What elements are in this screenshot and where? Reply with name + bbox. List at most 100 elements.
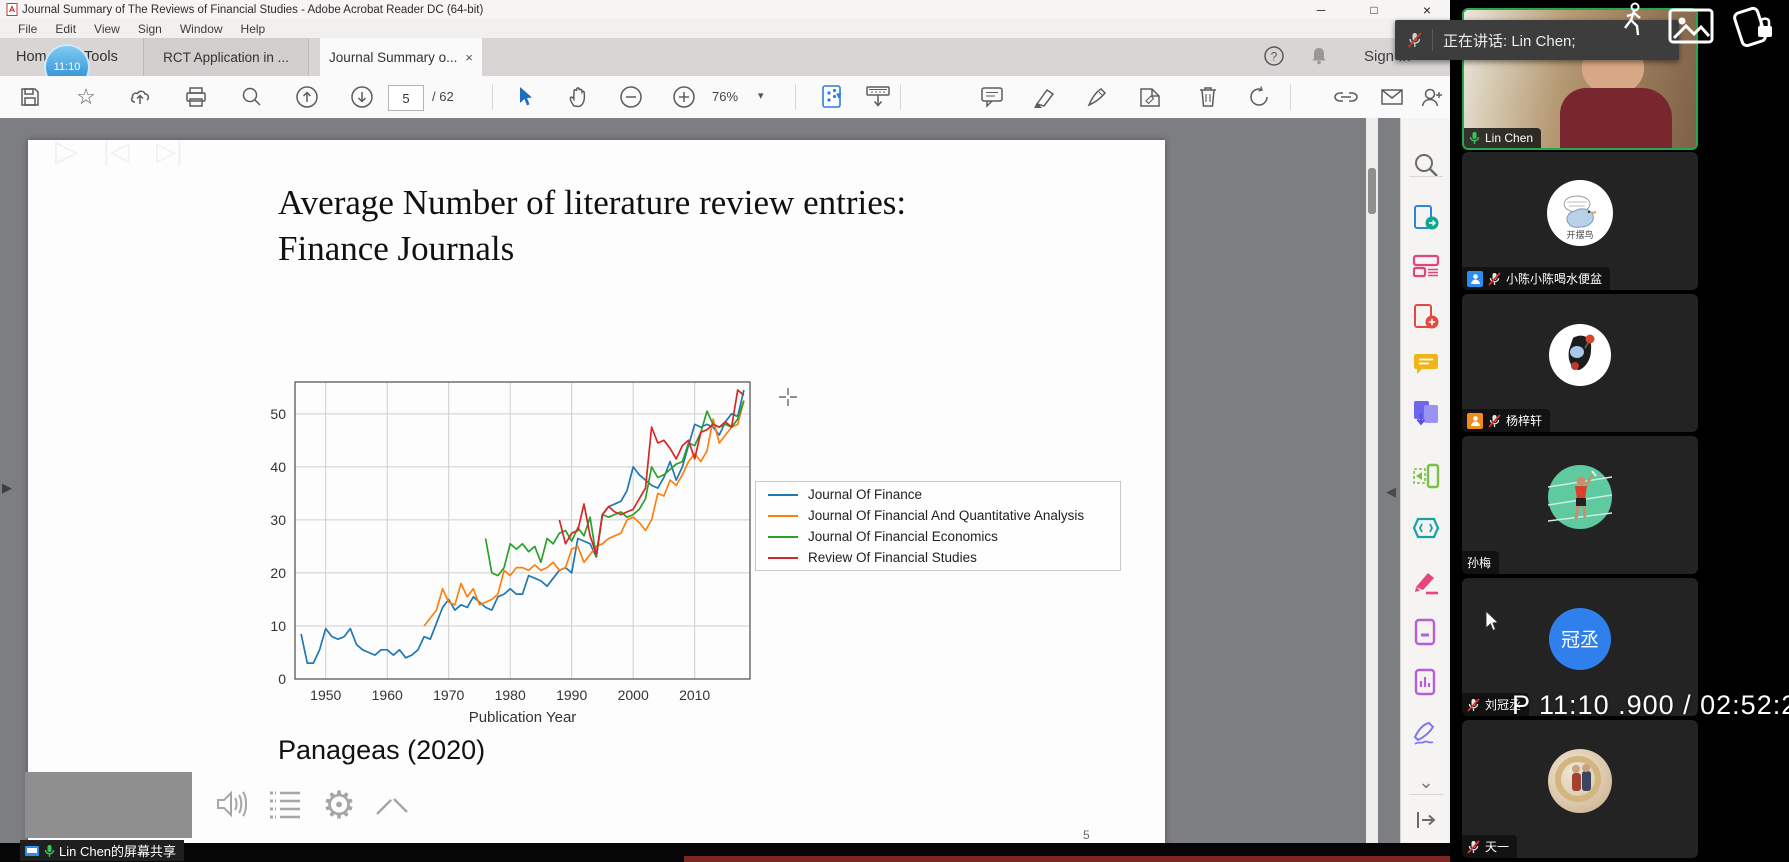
scrollbar-thumb[interactable]: [1368, 168, 1376, 214]
page-display-options-icon[interactable]: [812, 76, 852, 118]
image-icon[interactable]: [1668, 8, 1714, 44]
combine-files-icon[interactable]: [1406, 393, 1446, 433]
legend-label: Journal Of Financial Economics: [808, 529, 998, 544]
mouse-cursor: [1484, 610, 1500, 632]
stamp-icon[interactable]: [1130, 76, 1170, 118]
tab-bar: Home Tools RCT Application in ... Journa…: [0, 38, 1452, 76]
previous-page-icon[interactable]: [287, 76, 327, 118]
legend-label: Journal Of Financial And Quantitative An…: [808, 508, 1084, 523]
speaking-toast-text: 正在讲话: Lin Chen;: [1443, 30, 1576, 51]
slide-list-icon[interactable]: [268, 788, 302, 825]
participant-video-sunmei[interactable]: 孙梅: [1462, 436, 1698, 574]
zoom-out-icon[interactable]: [611, 76, 651, 118]
page-total-label: / 62: [432, 89, 454, 104]
tools-panel-expand-arrow[interactable]: ◀: [1386, 484, 1396, 500]
minimize-button[interactable]: ─: [1298, 0, 1344, 19]
presentation-mode-icon[interactable]: [858, 76, 898, 118]
link-icon[interactable]: [1326, 76, 1366, 118]
notification-bell-icon[interactable]: [1309, 46, 1329, 71]
find-tool-icon[interactable]: [1406, 145, 1446, 185]
participant-video-tianyi[interactable]: 天一: [1462, 720, 1698, 858]
participant-video-yangzixuan[interactable]: 杨梓轩: [1462, 294, 1698, 432]
menu-edit[interactable]: Edit: [55, 22, 76, 36]
previous-slide-button[interactable]: |◁: [103, 118, 130, 184]
pointer-line-tool-icon[interactable]: [375, 794, 409, 823]
next-slide-button[interactable]: ▷|: [156, 118, 183, 184]
close-button[interactable]: ×: [1404, 0, 1450, 19]
menu-window[interactable]: Window: [180, 22, 223, 36]
svg-text:2010: 2010: [679, 687, 710, 703]
participant-label: 杨梓轩: [1462, 409, 1550, 432]
play-button[interactable]: ▷: [55, 118, 78, 184]
vertical-scrollbar[interactable]: [1366, 118, 1378, 845]
fill-sign-icon[interactable]: [1406, 562, 1446, 602]
search-icon[interactable]: [232, 76, 272, 118]
page-number-input[interactable]: 5: [388, 85, 424, 111]
create-pdf-icon[interactable]: [1406, 297, 1446, 337]
open-tools-panel-icon[interactable]: [1406, 800, 1446, 840]
help-icon[interactable]: ?: [1263, 45, 1285, 72]
participant-name: Lin Chen: [1485, 131, 1533, 145]
screen-share-mic-icon: [44, 844, 55, 858]
selection-tool-icon[interactable]: [505, 76, 545, 118]
menu-sign[interactable]: Sign: [138, 22, 162, 36]
legend-line-swatch: [768, 494, 798, 496]
legend-label: Journal Of Finance: [808, 487, 922, 502]
legend-line-swatch: [768, 557, 798, 559]
star-icon[interactable]: ☆: [66, 76, 106, 118]
avatar: [1549, 324, 1611, 386]
hand-tool-icon[interactable]: [558, 76, 598, 118]
highlighter-icon[interactable]: [1025, 76, 1065, 118]
pdf-page: Average Number of literature review entr…: [28, 140, 1165, 845]
presentation-controls: [25, 772, 192, 838]
zoom-dropdown-caret-icon[interactable]: ▾: [758, 89, 764, 102]
settings-gear-icon[interactable]: ⚙: [322, 772, 356, 838]
zoom-level-value[interactable]: 76%: [712, 89, 738, 104]
email-icon[interactable]: [1372, 76, 1412, 118]
mic-muted-icon: [1467, 840, 1480, 854]
maximize-button[interactable]: □: [1351, 0, 1397, 19]
recording-timestamp-overlay: P 11:10 .900 / 02:52:20: [1512, 690, 1789, 721]
delete-pages-icon[interactable]: [1188, 76, 1228, 118]
menu-view[interactable]: View: [94, 22, 120, 36]
more-tools-chevron-icon[interactable]: ⌄: [1406, 762, 1446, 802]
zoom-in-icon[interactable]: [664, 76, 704, 118]
edit-pdf-icon[interactable]: [1406, 246, 1446, 286]
organize-pages-icon[interactable]: [1406, 456, 1446, 496]
taskbar-red-strip: [684, 856, 1460, 862]
svg-text:2000: 2000: [618, 687, 649, 703]
comment-tool-icon[interactable]: [1406, 345, 1446, 385]
walking-person-icon[interactable]: [1618, 2, 1648, 40]
cloud-upload-icon[interactable]: [121, 76, 161, 118]
save-icon[interactable]: [10, 76, 50, 118]
share-person-icon[interactable]: [1412, 76, 1452, 118]
phone-lock-icon[interactable]: [1732, 2, 1776, 48]
next-page-icon[interactable]: [342, 76, 382, 118]
redact-icon[interactable]: [1406, 612, 1446, 652]
tab-document-journal-summary[interactable]: Journal Summary o... ×: [320, 38, 482, 76]
participant-label: 孙梅: [1462, 551, 1499, 574]
request-signatures-icon[interactable]: [1406, 714, 1446, 754]
mic-muted-icon: [1488, 272, 1501, 286]
tab-document-rct[interactable]: RCT Application in ...: [143, 38, 309, 76]
menu-file[interactable]: File: [18, 22, 37, 36]
prepare-form-icon[interactable]: [1406, 662, 1446, 702]
print-icon[interactable]: [176, 76, 216, 118]
legend-line-swatch: [768, 536, 798, 538]
tab-close-icon[interactable]: ×: [465, 50, 473, 65]
speaker-shirt: [1560, 88, 1672, 148]
left-panel-expand-arrow[interactable]: ▶: [2, 480, 12, 496]
compress-pdf-icon[interactable]: [1406, 508, 1446, 548]
page-display-caret-icon[interactable]: ▾: [836, 89, 842, 102]
participant-video-xiaochen[interactable]: 开摆鸟 小陈小陈喝水便盆: [1462, 152, 1698, 290]
menu-help[interactable]: Help: [241, 22, 266, 36]
chart-legend: Journal Of Finance Journal Of Financial A…: [755, 481, 1121, 571]
crosshair-cursor: [778, 387, 798, 407]
speaker-icon[interactable]: [212, 786, 248, 827]
rotate-icon[interactable]: [1240, 76, 1280, 118]
export-pdf-icon[interactable]: [1406, 198, 1446, 238]
comment-icon[interactable]: [972, 76, 1012, 118]
participant-type-icon: [1467, 413, 1483, 429]
screen-share-text: Lin Chen的屏幕共享: [59, 841, 176, 860]
sign-pen-icon[interactable]: [1078, 76, 1118, 118]
